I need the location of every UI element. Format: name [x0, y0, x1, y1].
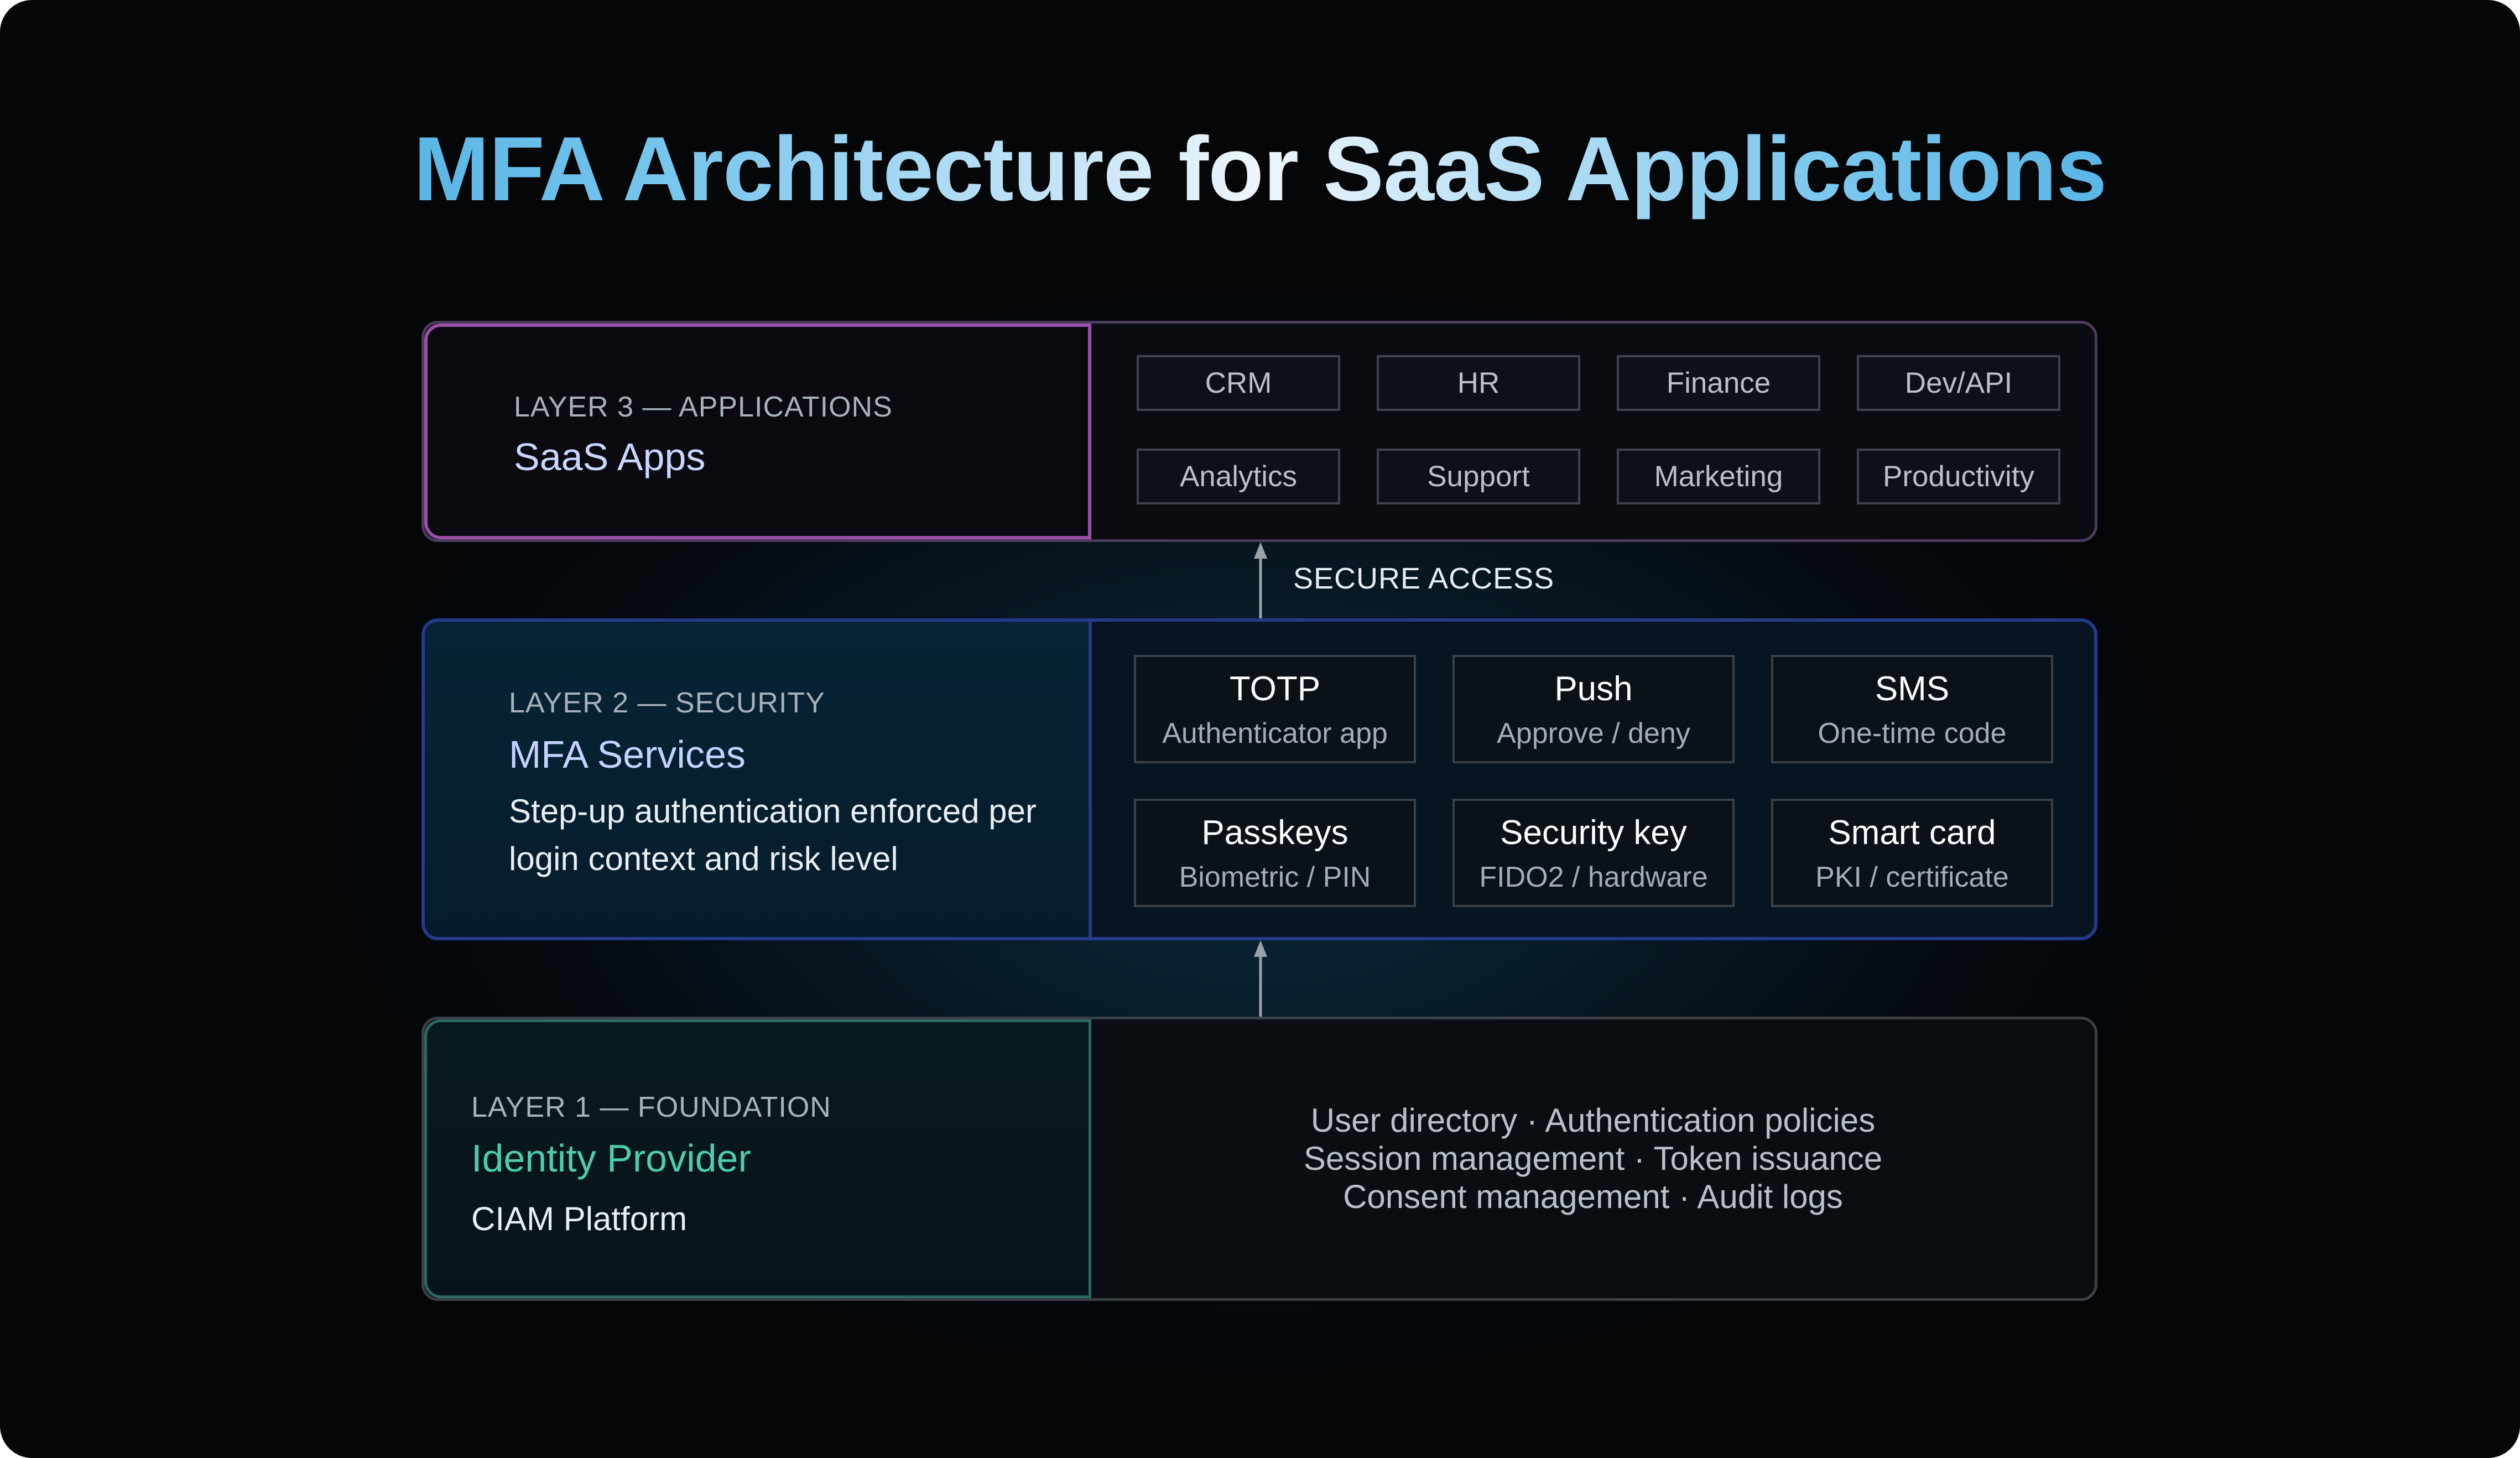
secure-access-label: SECURE ACCESS: [1293, 562, 1555, 595]
mfa-method-detail: One-time code: [1818, 717, 2007, 749]
layer-security-name: MFA Services: [509, 733, 746, 776]
mfa-method-detail: Authenticator app: [1162, 717, 1388, 749]
layer-security-content: TOTP Authenticator app Push Approve / de…: [1092, 622, 2094, 937]
layer-foundation-description: CIAM Platform: [471, 1200, 688, 1237]
mfa-method-name: Smart card: [1828, 814, 1996, 852]
foundation-arrow: [1254, 940, 1267, 1019]
layer-applications-content: CRM HR Finance Dev/API Analytics Support…: [1091, 324, 2095, 539]
capability-line: Consent management · Audit logs: [1343, 1178, 1843, 1215]
mfa-method-name: Passkeys: [1201, 814, 1348, 852]
mfa-method-name: SMS: [1875, 670, 1950, 708]
diagram-canvas: MFA Architecture for SaaS Applications L…: [0, 0, 2520, 1458]
mfa-method-detail: FIDO2 / hardware: [1479, 861, 1708, 893]
secure-access-arrow: [1254, 542, 1267, 621]
mfa-method-name: Security key: [1500, 814, 1687, 852]
foundation-capabilities: User directory · Authentication policies…: [1091, 1101, 2095, 1216]
mfa-method-detail: Biometric / PIN: [1179, 861, 1371, 893]
app-productivity: Productivity: [1857, 449, 2060, 504]
layer-foundation-header: LAYER 1 — FOUNDATION Identity Provider C…: [424, 1019, 1091, 1298]
layer-security-eyebrow: LAYER 2 — SECURITY: [509, 687, 825, 719]
mfa-method-detail: PKI / certificate: [1815, 861, 2009, 893]
mfa-method-name: TOTP: [1229, 670, 1321, 708]
app-finance: Finance: [1617, 355, 1820, 411]
layer-security: LAYER 2 — SECURITY MFA Services Step-up …: [421, 618, 2097, 940]
layer-applications-eyebrow: LAYER 3 — APPLICATIONS: [514, 391, 893, 423]
app-marketing: Marketing: [1617, 449, 1820, 504]
mfa-method-totp: TOTP Authenticator app: [1134, 655, 1416, 763]
mfa-method-security-key: Security key FIDO2 / hardware: [1452, 799, 1735, 907]
diagram-title: MFA Architecture for SaaS Applications: [0, 108, 2520, 230]
mfa-method-detail: Approve / deny: [1497, 717, 1690, 749]
app-crm: CRM: [1137, 355, 1340, 411]
mfa-method-sms: SMS One-time code: [1771, 655, 2053, 763]
layer-applications-name: SaaS Apps: [514, 435, 706, 478]
mfa-method-passkeys: Passkeys Biometric / PIN: [1134, 799, 1416, 907]
layer-foundation-eyebrow: LAYER 1 — FOUNDATION: [471, 1091, 831, 1123]
app-grid: CRM HR Finance Dev/API Analytics Support…: [1137, 355, 2060, 504]
app-support: Support: [1377, 449, 1580, 504]
mfa-methods-grid: TOTP Authenticator app Push Approve / de…: [1134, 655, 2058, 909]
layer-applications: LAYER 3 — APPLICATIONS SaaS Apps CRM HR …: [421, 321, 2097, 542]
layer-foundation-content: User directory · Authentication policies…: [1091, 1019, 2095, 1298]
layer-security-header: LAYER 2 — SECURITY MFA Services Step-up …: [425, 622, 1092, 937]
app-dev-api: Dev/API: [1857, 355, 2060, 411]
layer-foundation: LAYER 1 — FOUNDATION Identity Provider C…: [421, 1017, 2097, 1301]
mfa-method-name: Push: [1554, 670, 1633, 708]
layer-applications-header: LAYER 3 — APPLICATIONS SaaS Apps: [424, 324, 1091, 539]
mfa-method-push: Push Approve / deny: [1452, 655, 1735, 763]
mfa-method-smart-card: Smart card PKI / certificate: [1771, 799, 2053, 907]
app-hr: HR: [1377, 355, 1580, 411]
layer-security-description: Step-up authentication enforced per logi…: [509, 793, 1037, 877]
capability-line: Session management · Token issuance: [1303, 1140, 1883, 1177]
capability-line: User directory · Authentication policies: [1310, 1102, 1876, 1139]
layer-foundation-name: Identity Provider: [471, 1137, 751, 1180]
app-analytics: Analytics: [1137, 449, 1340, 504]
